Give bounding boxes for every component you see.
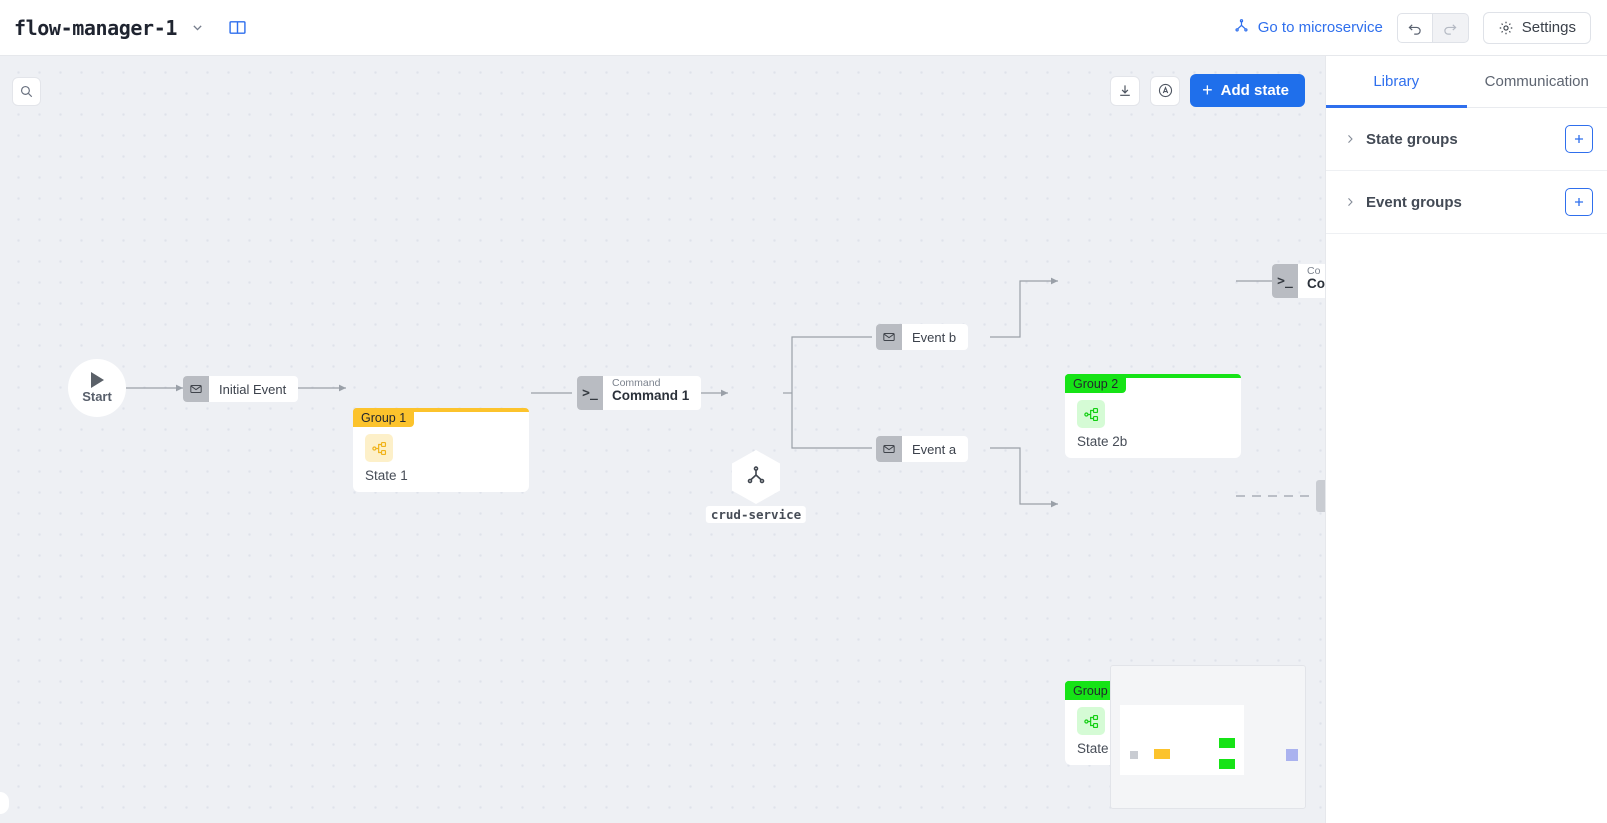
flow-canvas[interactable]: + Add state [0,56,1325,823]
command-name: Co [1307,277,1325,292]
minimap-node [1286,749,1298,761]
terminal-icon: >_ [1272,264,1298,298]
panel-row-state-groups[interactable]: State groups [1326,108,1607,171]
event-label: Initial Event [209,376,298,402]
panel-row-event-groups[interactable]: Event groups [1326,171,1607,234]
minimap[interactable] [1110,665,1306,809]
settings-button[interactable]: Settings [1483,12,1591,44]
plus-icon: + [1202,80,1213,101]
redo-button[interactable] [1433,13,1469,43]
command-node-command-1[interactable]: >_ Command Command 1 [577,376,701,410]
sitemap-icon [365,434,393,462]
sitemap-icon [1077,707,1105,735]
undo-arrow-icon [1407,20,1423,36]
add-state-group-button[interactable] [1565,125,1593,153]
panel-row-label: Event groups [1366,194,1462,211]
microservice-icon [1233,19,1250,36]
command-body: Co Co [1298,264,1325,298]
panel-tabs: Library Communication [1326,56,1607,108]
page-title: flow-manager-1 [14,16,177,40]
event-node-event-a[interactable]: Event a [876,436,968,462]
microservice-icon [732,450,780,504]
terminal-icon: >_ [577,376,603,410]
envelope-icon [876,436,902,462]
canvas-toolbar: + Add state [1110,74,1305,107]
service-node-crud-service[interactable]: crud-service [732,450,780,504]
envelope-icon [876,324,902,350]
app-header: flow-manager-1 Go to microservice [0,0,1607,56]
header-left-group: flow-manager-1 [0,15,251,41]
state-group-tag: Group 2 [1065,374,1126,393]
chevron-right-icon[interactable] [1338,196,1362,208]
canvas-left-handle[interactable] [0,792,9,814]
state-label: State 1 [365,468,408,483]
search-icon [19,84,34,99]
event-node-event-b[interactable]: Event b [876,324,968,350]
go-to-microservice-link[interactable]: Go to microservice [1233,19,1383,36]
book-icon[interactable] [225,15,251,41]
state-node-state-1[interactable]: Group 1 State 1 [353,408,529,492]
state-label: State 2b [1077,434,1127,449]
app-root: flow-manager-1 Go to microservice [0,0,1607,823]
start-node[interactable]: Start [68,359,126,417]
circled-a-icon [1157,82,1174,99]
start-label: Start [82,389,112,404]
play-icon [91,372,104,388]
tab-library[interactable]: Library [1326,56,1467,107]
go-to-microservice-label: Go to microservice [1258,19,1383,36]
event-label: Event b [902,324,968,350]
settings-label: Settings [1522,19,1576,36]
envelope-icon [183,376,209,402]
command-node-clipped[interactable]: >_ Co Co [1272,264,1325,298]
command-name: Command 1 [612,389,689,404]
service-label: crud-service [706,506,806,523]
autolayout-button[interactable] [1150,76,1180,106]
chevron-down-icon[interactable] [187,17,209,39]
add-event-group-button[interactable] [1565,188,1593,216]
minimap-node [1130,751,1138,759]
header-right-group: Go to microservice [1233,12,1607,44]
undo-button[interactable] [1397,13,1433,43]
download-icon [1117,83,1133,99]
undo-redo-group [1397,13,1469,43]
state-group-tag: Group 1 [353,408,414,427]
tab-communication[interactable]: Communication [1467,56,1607,107]
library-panel: Library Communication State groups Event… [1325,56,1607,823]
add-state-button[interactable]: + Add state [1190,74,1305,107]
event-node-initial-event[interactable]: Initial Event [183,376,298,402]
download-button[interactable] [1110,76,1140,106]
state-node-state-2b[interactable]: Group 2 State 2b [1065,374,1241,458]
canvas-search-button[interactable] [12,77,41,106]
minimap-node [1219,738,1235,748]
panel-row-label: State groups [1366,131,1458,148]
minimap-node [1154,749,1170,759]
sitemap-icon [1077,400,1105,428]
redo-arrow-icon [1442,20,1458,36]
add-state-label: Add state [1221,82,1289,99]
minimap-node [1219,759,1235,769]
chevron-right-icon[interactable] [1338,133,1362,145]
clipped-node-right-edge[interactable] [1316,480,1325,512]
event-label: Event a [902,436,968,462]
gear-icon [1498,20,1514,36]
command-body: Command Command 1 [603,376,701,410]
